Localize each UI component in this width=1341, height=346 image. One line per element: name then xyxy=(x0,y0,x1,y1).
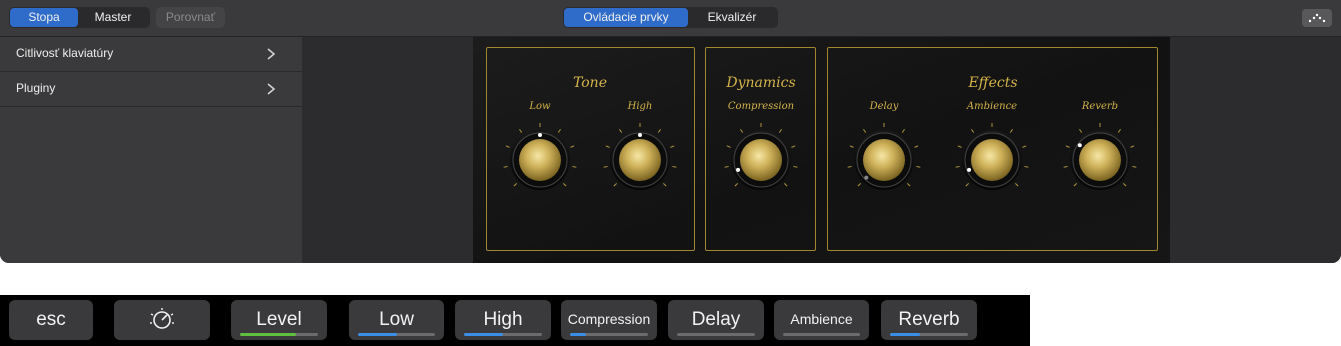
tab-controls[interactable]: Ovládacie prvky xyxy=(564,8,688,27)
smart-controls-button[interactable] xyxy=(114,300,210,340)
control-label: High xyxy=(483,309,523,330)
esc-label: esc xyxy=(36,309,66,330)
chevron-right-icon xyxy=(267,48,276,60)
knob-high[interactable] xyxy=(600,120,680,200)
knob-compression[interactable] xyxy=(721,120,801,200)
section-title: Dynamics xyxy=(726,75,796,91)
control-label: Compression xyxy=(567,311,651,327)
touchbar-high-control[interactable]: High xyxy=(455,300,551,340)
value-bar xyxy=(464,333,542,336)
chevron-right-icon xyxy=(267,83,276,95)
value-bar xyxy=(890,333,968,336)
knob-reverb[interactable] xyxy=(1060,120,1140,200)
touch-bar: esc Level Low High Compression Delay Amb… xyxy=(0,295,1030,346)
control-label: Low xyxy=(379,309,414,330)
knob-label: Reverb xyxy=(1081,101,1119,112)
tab-master[interactable]: Master xyxy=(78,8,148,27)
value-bar xyxy=(677,333,755,336)
touchbar-reverb-control[interactable]: Reverb xyxy=(881,300,977,340)
sidebar-item-plugins[interactable]: Pluginy xyxy=(0,72,302,107)
compare-button[interactable]: Porovnať xyxy=(156,7,225,28)
sidebar: Citlivosť klaviatúry Pluginy xyxy=(0,37,302,263)
knob-ambience[interactable] xyxy=(952,120,1032,200)
control-label: Ambience xyxy=(790,311,853,327)
esc-key[interactable]: esc xyxy=(9,300,93,340)
touchbar-compression-control[interactable]: Compression xyxy=(561,300,657,340)
value-bar xyxy=(358,333,435,336)
plugin-area: Tone Low High Dynamics Compression Effec… xyxy=(302,37,1341,263)
control-label: Reverb xyxy=(898,309,960,330)
dots-menu-icon xyxy=(1308,13,1326,23)
touchbar-low-control[interactable]: Low xyxy=(349,300,444,340)
view-segmented-control: Stopa Master xyxy=(9,7,150,28)
smart-controls-window: Stopa Master Porovnať Ovládacie prvky Ek… xyxy=(0,0,1341,263)
view-options-button[interactable] xyxy=(1302,9,1332,27)
sidebar-item-keyboard-sensitivity[interactable]: Citlivosť klaviatúry xyxy=(0,37,302,72)
mode-segmented-control: Ovládacie prvky Ekvalizér xyxy=(563,7,778,28)
tab-equalizer[interactable]: Ekvalizér xyxy=(688,8,776,27)
sidebar-item-label: Pluginy xyxy=(16,81,56,95)
knob-label: Ambience xyxy=(966,101,1018,112)
knob-delay[interactable] xyxy=(844,120,924,200)
section-title: Tone xyxy=(573,75,607,91)
tab-track[interactable]: Stopa xyxy=(10,8,78,27)
value-bar xyxy=(240,333,318,336)
knob-label: Delay xyxy=(869,101,899,112)
knob-label: Low xyxy=(529,101,551,112)
control-label: Delay xyxy=(691,309,741,330)
smart-controls-knob-icon xyxy=(150,308,174,329)
section-title: Effects xyxy=(968,75,1018,91)
knob-label: Compression xyxy=(727,101,795,112)
touchbar-ambience-control[interactable]: Ambience xyxy=(774,300,869,340)
touchbar-delay-control[interactable]: Delay xyxy=(668,300,764,340)
knob-low[interactable] xyxy=(500,120,580,200)
touchbar-level-control[interactable]: Level xyxy=(231,300,327,340)
knob-label: High xyxy=(627,101,653,112)
toolbar: Stopa Master Porovnať Ovládacie prvky Ek… xyxy=(0,0,1341,37)
smart-controls-panel: Tone Low High Dynamics Compression Effec… xyxy=(473,37,1170,263)
sidebar-item-label: Citlivosť klaviatúry xyxy=(16,46,114,60)
control-label: Level xyxy=(256,309,302,330)
value-bar xyxy=(783,333,860,336)
value-bar xyxy=(570,333,648,336)
